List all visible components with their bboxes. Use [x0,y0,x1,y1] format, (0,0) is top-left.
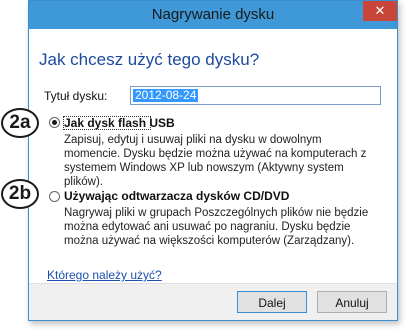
option-cd-dvd-description: Nagrywaj pliki w grupach Poszczególnych … [64,207,369,247]
next-button[interactable]: Dalej [237,291,307,313]
close-icon: ✕ [374,3,386,18]
option-usb-flash-description: Zapisuj, edytuj i usuwaj pliki na dysku … [64,134,367,188]
radio-selected-dot [52,120,57,125]
callout-2a: 2a [1,108,39,138]
close-button[interactable]: ✕ [363,1,397,21]
dialog-heading: Jak chcesz użyć tego dysku? [39,50,260,69]
option-usb-flash-title[interactable]: Jak dysk flash USB [64,116,175,130]
cancel-button[interactable]: Anuluj [317,291,387,313]
radio-usb-flash[interactable] [49,117,60,128]
burn-disc-dialog: Nagrywanie dysku ✕ Jak chcesz użyć tego … [28,0,398,321]
title-bar[interactable]: Nagrywanie dysku ✕ [29,1,397,29]
radio-cd-dvd-player[interactable] [49,191,60,202]
which-to-use-link[interactable]: Którego należy użyć? [47,268,162,282]
option-cd-dvd-title[interactable]: Używając odtwarzacza dysków CD/DVD [64,189,289,203]
callout-2b: 2b [1,179,39,209]
disc-title-label: Tytuł dysku: [44,89,108,103]
disc-title-value: 2012-08-24 [133,88,199,102]
window-title: Nagrywanie dysku [151,6,275,23]
disc-title-input[interactable]: 2012-08-24 [130,86,381,105]
dialog-footer: Dalej Anuluj [29,283,397,320]
